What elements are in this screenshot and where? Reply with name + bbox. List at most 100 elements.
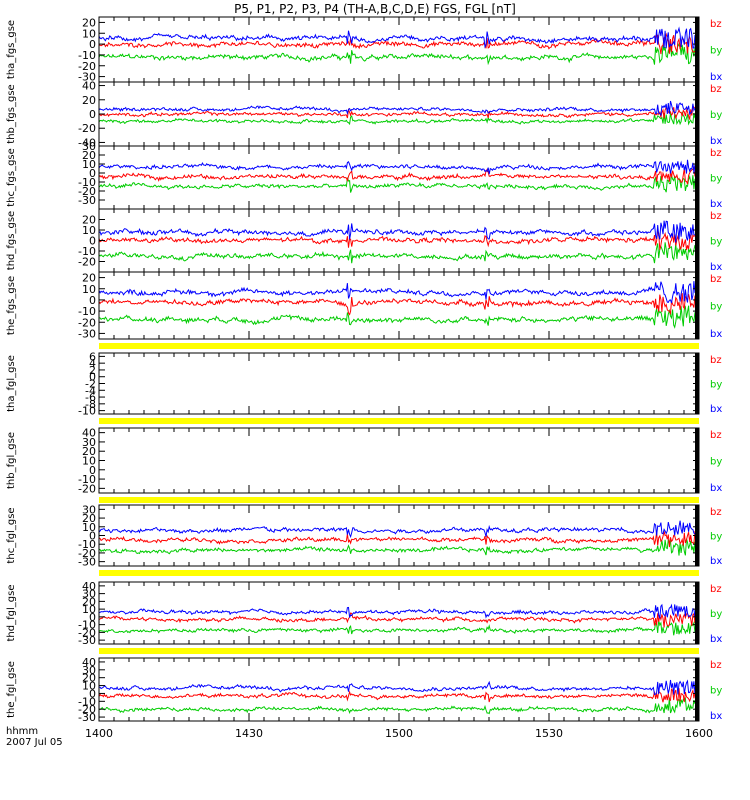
legend-by: by: [710, 532, 722, 543]
y-axis-label: thc_fgl_gse: [6, 507, 17, 563]
y-axis-label: thb_fgl_gse: [6, 432, 17, 489]
legend-bz: bz: [710, 660, 722, 671]
y-tick-label: 6: [89, 350, 96, 363]
legend-by: by: [710, 46, 722, 57]
series-bx: [98, 281, 696, 304]
legend-bz: bz: [710, 584, 722, 595]
legend-bx: bx: [710, 329, 722, 340]
legend-bz: bz: [710, 211, 722, 222]
series-by: [98, 612, 696, 628]
legend-bx: bx: [710, 556, 722, 567]
series-bz: [98, 242, 696, 264]
y-tick-label: -20: [78, 316, 96, 329]
y-axis-label: tha_fgl_gse: [6, 355, 17, 412]
series-bz: [98, 41, 696, 66]
legend-bz: bz: [710, 355, 722, 366]
legend-by: by: [710, 174, 722, 185]
data-gap-bar: [99, 648, 699, 654]
legend-by: by: [710, 110, 722, 121]
legend-bx: bx: [710, 72, 722, 83]
panel-the_fgs_gse: -30-20-1001020 the_fgs_gse bz by bx: [6, 271, 722, 340]
y-axis-label: the_fgs_gse: [6, 276, 17, 335]
date-label: 2007 Jul 05: [6, 737, 63, 748]
legend-by: by: [710, 457, 722, 468]
y-tick-label: 30: [82, 503, 96, 516]
series-bz: [98, 305, 696, 329]
y-tick-label: 40: [82, 427, 96, 440]
panel-frame: [98, 504, 700, 567]
legend-bx: bx: [710, 483, 722, 494]
y-tick-label: 20: [82, 214, 96, 227]
legend-by: by: [710, 302, 722, 313]
panel-tha_fgl_gse: -10-8-6-4-20246tha_fgl_gse bzbybx: [6, 350, 722, 417]
panel-frame: [98, 657, 700, 722]
panel-thd_fgl_gse: -30-20-10010203040thd_fgl_gse bzbybx: [6, 580, 722, 647]
x-tick-label: 1500: [385, 727, 413, 740]
y-tick-label: 20: [82, 272, 96, 285]
legend-bz: bz: [710, 507, 722, 518]
data-gap-bar: [99, 343, 699, 349]
series-by: [98, 105, 696, 120]
legend-by: by: [710, 237, 722, 248]
panel-end-bar: [695, 658, 699, 721]
legend-by: by: [710, 609, 722, 620]
legend-bx: bx: [710, 711, 722, 722]
legend-bz: bz: [710, 148, 722, 159]
panel-frame: [98, 16, 700, 83]
legend-bz: bz: [710, 274, 722, 285]
legend-bz: bz: [710, 19, 722, 30]
panel-thb_fgl_gse: -20-10010203040thb_fgl_gse bzbybx: [6, 427, 722, 496]
y-tick-label: 20: [82, 94, 96, 107]
panel-frame: [98, 427, 700, 494]
data-gap-bar: [99, 418, 699, 424]
legend-by: by: [710, 686, 722, 697]
y-axis-label: thb_fgs_gse: [6, 84, 17, 143]
x-tick-label: 1430: [235, 727, 263, 740]
legend-by: by: [710, 380, 722, 391]
y-axis-label: tha_fgs_gse: [6, 20, 17, 79]
legend-bx: bx: [710, 136, 722, 147]
panel-the_fgl_gse: -30-20-10010203040the_fgl_gse bzbybx: [6, 656, 722, 724]
y-tick-label: 0: [89, 294, 96, 307]
series-bx: [98, 679, 696, 695]
y-tick-label: 30: [82, 140, 96, 153]
series-by: [98, 687, 696, 703]
legend-bx: bx: [710, 404, 722, 415]
series-bx: [98, 520, 696, 539]
series-by: [98, 293, 696, 316]
y-tick-label: 20: [82, 16, 96, 29]
y-tick-label: -30: [78, 327, 96, 340]
legend-bz: bz: [710, 84, 722, 95]
time-unit-label: hhmm: [6, 726, 39, 737]
data-gap-bar: [99, 497, 699, 503]
y-tick-label: -10: [78, 305, 96, 318]
panel-tha_fgs_gse: -30-20-1001020tha_fgs_gse bzbybx: [6, 16, 722, 83]
legend-bx: bx: [710, 634, 722, 645]
panel-end-bar: [695, 582, 699, 644]
y-tick-label: 40: [82, 656, 96, 669]
series-bx: [98, 603, 696, 619]
series-bx: [98, 159, 696, 175]
series-bz: [98, 696, 696, 715]
y-tick-label: 10: [82, 283, 96, 296]
y-tick-label: -20: [78, 122, 96, 135]
x-tick-label: 1600: [685, 727, 713, 740]
series-by: [98, 165, 696, 185]
panel-frame: [98, 352, 700, 415]
y-tick-label: 40: [82, 80, 96, 93]
y-axis-label: thc_fgs_gse: [6, 148, 17, 207]
panel-end-bar: [695, 17, 699, 82]
legend-bx: bx: [710, 199, 722, 210]
y-axis-label: thd_fgl_gse: [6, 585, 17, 642]
y-axis-label: thd_fgs_gse: [6, 211, 17, 270]
panel-end-bar: [695, 272, 699, 339]
legend-bz: bz: [710, 430, 722, 441]
panel-thd_fgs_gse: -20-1001020thd_fgs_gse bzbybx: [6, 208, 722, 273]
x-tick-label: 1530: [535, 727, 563, 740]
series-bx: [98, 100, 696, 117]
panel-thc_fgs_gse: -30-20-100102030thc_fgs_gse bzbybx: [6, 140, 722, 210]
x-tick-label: 1400: [85, 727, 113, 740]
y-axis-label: the_fgl_gse: [6, 661, 17, 718]
chart-canvas: -30-20-1001020tha_fgs_gse bzbybx-40-20020…: [6, 16, 722, 740]
legend-bx: bx: [710, 262, 722, 273]
